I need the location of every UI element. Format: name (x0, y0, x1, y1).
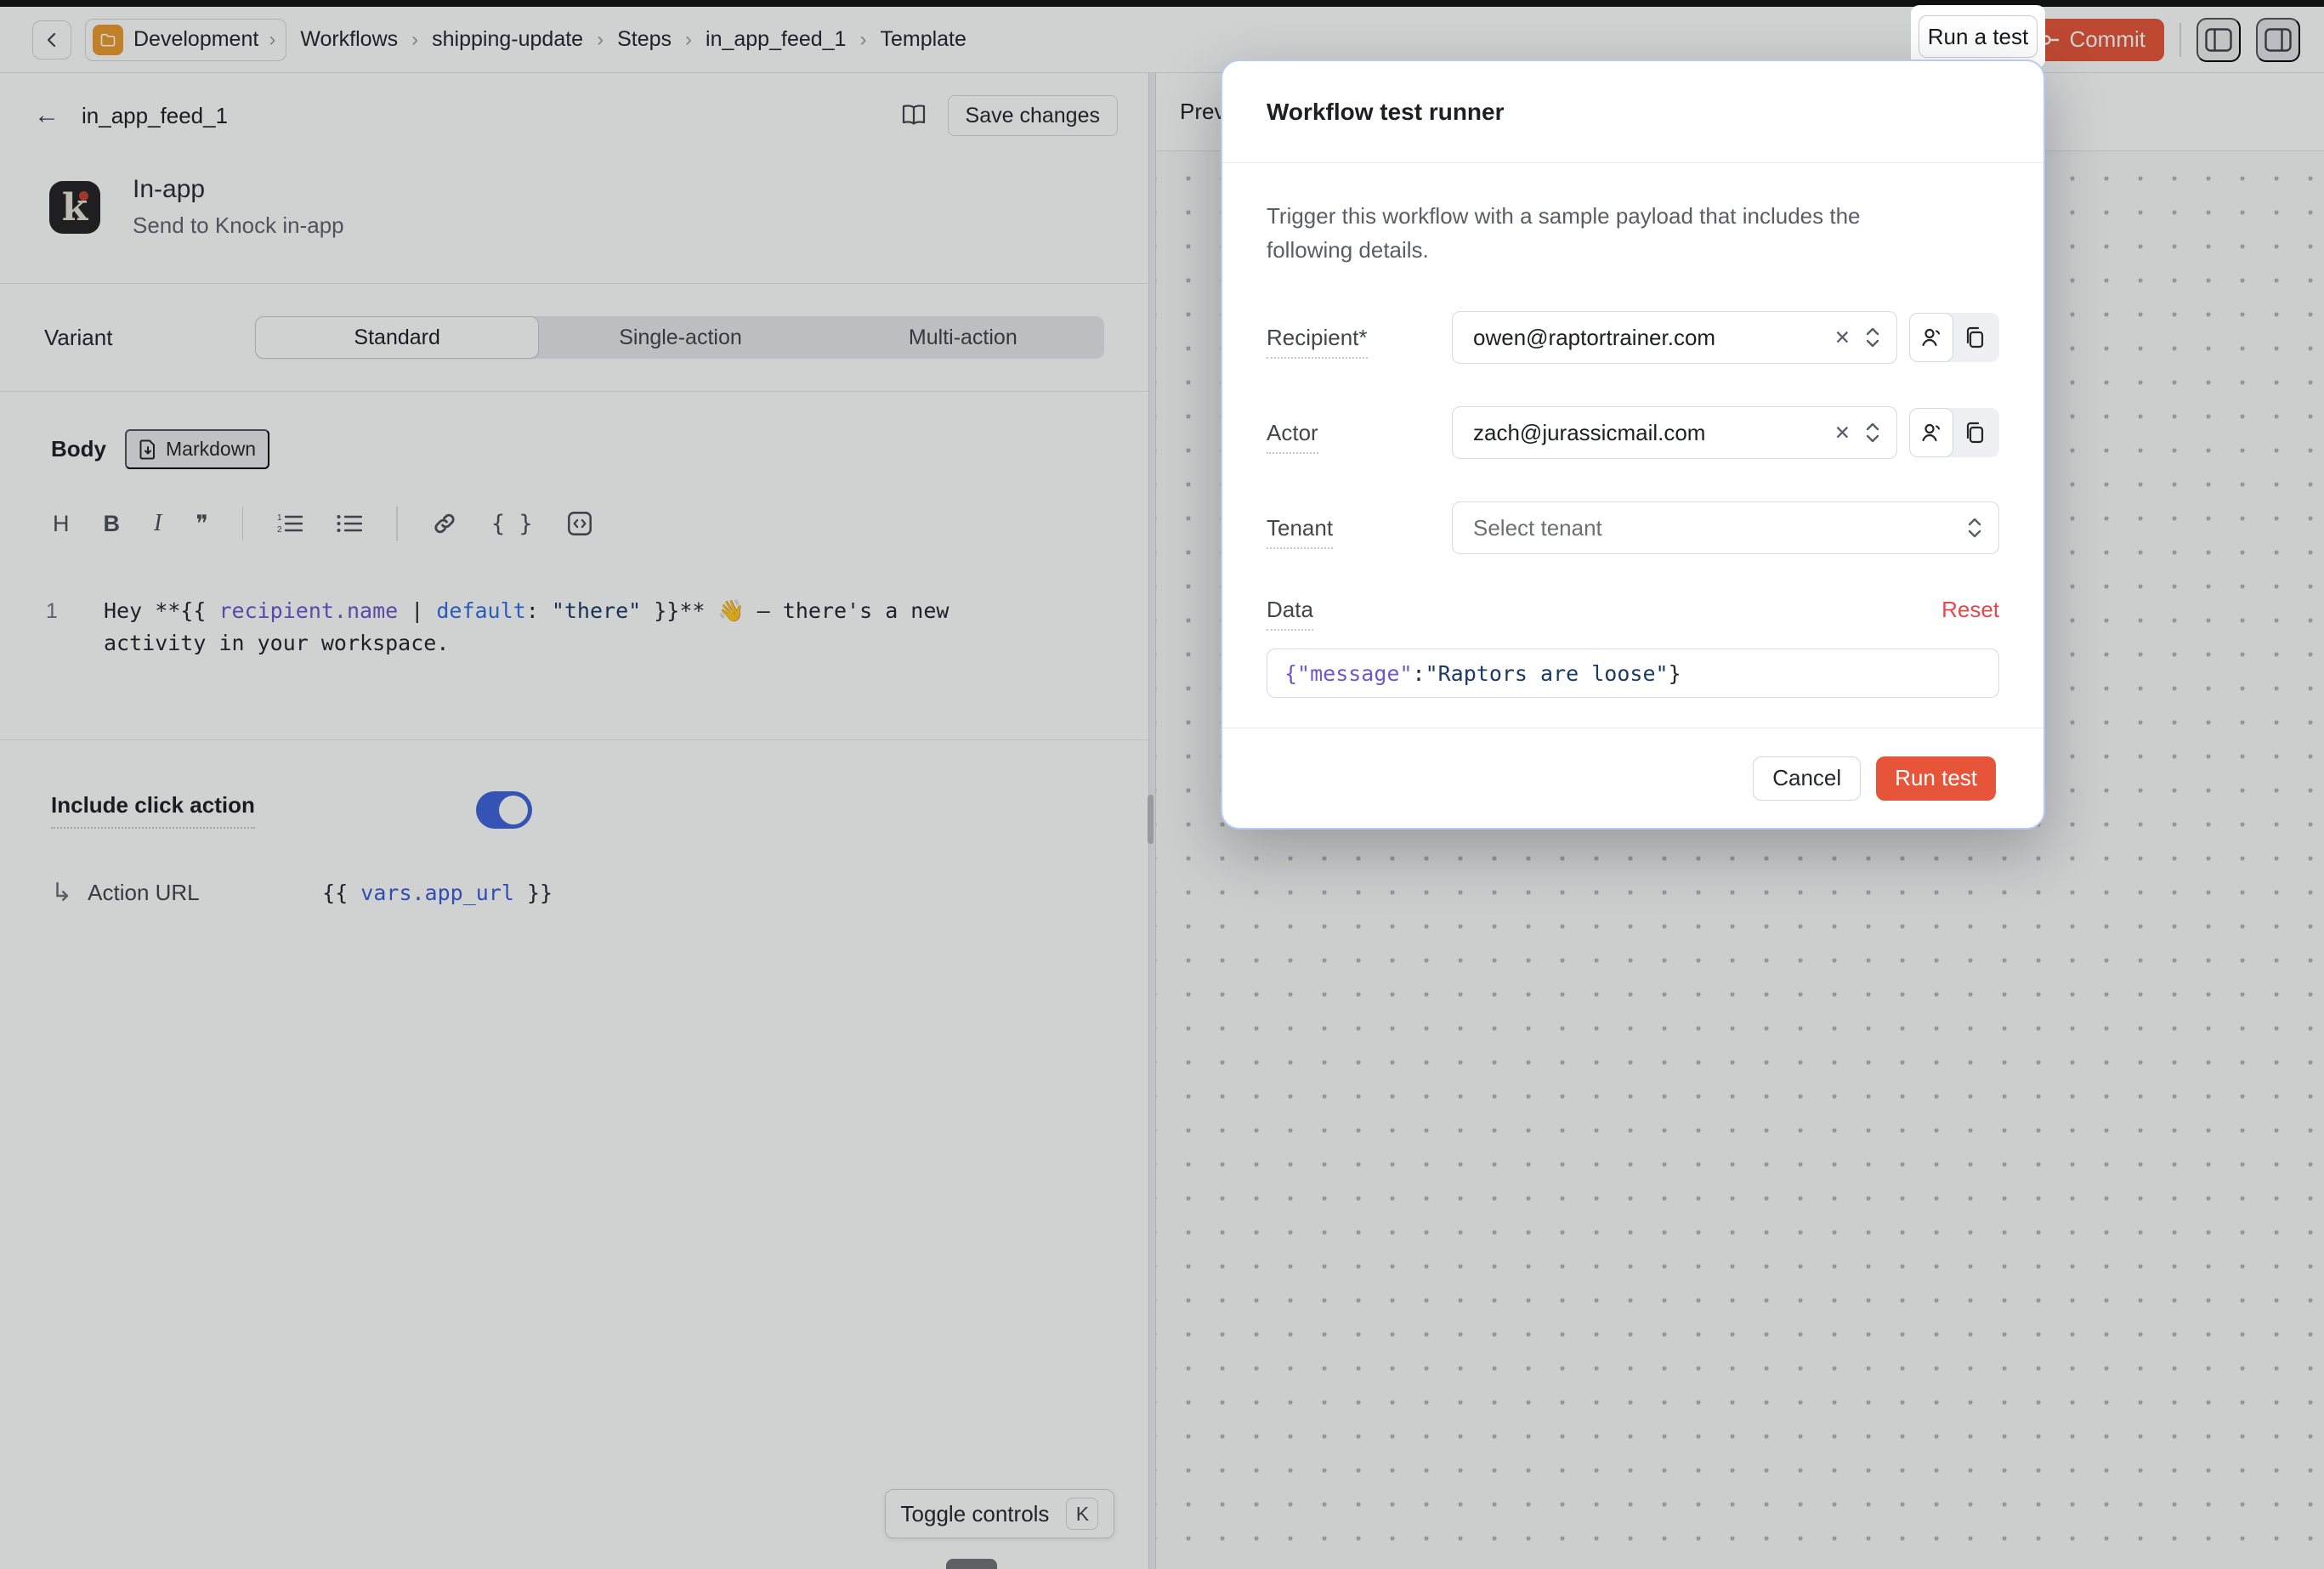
recipient-label: Recipient* (1267, 325, 1452, 351)
actor-tools (1909, 408, 1999, 457)
workflow-test-runner-modal: Workflow test runner Trigger this workfl… (1221, 59, 2045, 830)
recipient-field-row: Recipient* owen@raptortrainer.com ✕ (1267, 311, 1999, 364)
recipient-combobox[interactable]: owen@raptortrainer.com ✕ (1452, 311, 1897, 364)
modal-body: Trigger this workflow with a sample payl… (1222, 163, 2043, 728)
tenant-placeholder: Select tenant (1473, 515, 1602, 541)
run-a-test-button[interactable]: Run a test (1919, 15, 2038, 58)
data-label: Data (1267, 597, 1452, 623)
actor-field-row: Actor zach@jurassicmail.com ✕ (1267, 406, 1999, 459)
user-icon (1920, 422, 1942, 444)
actor-combobox[interactable]: zach@jurassicmail.com ✕ (1452, 406, 1897, 459)
tenant-select[interactable]: Select tenant (1452, 501, 1999, 554)
data-field-head: Data Reset (1267, 597, 1999, 623)
actor-user-picker-button[interactable] (1909, 408, 1953, 457)
actor-chevrons-icon[interactable] (1864, 422, 1881, 444)
copy-icon (1964, 326, 1985, 348)
data-json-input[interactable]: {"message": "Raptors are loose"} (1267, 649, 1999, 698)
cancel-button[interactable]: Cancel (1753, 756, 1861, 801)
run-test-button[interactable]: Run test (1876, 756, 1996, 801)
tenant-label: Tenant (1267, 515, 1452, 541)
recipient-tools (1909, 313, 1999, 362)
actor-clear-button[interactable]: ✕ (1834, 422, 1851, 445)
tenant-chevrons-icon (1966, 517, 1983, 539)
reset-data-button[interactable]: Reset (1941, 597, 1999, 623)
modal-footer: Cancel Run test (1222, 728, 2043, 828)
tenant-field-row: Tenant Select tenant (1267, 501, 1999, 554)
recipient-copy-button[interactable] (1953, 313, 1996, 362)
user-icon (1920, 326, 1942, 348)
recipient-chevrons-icon[interactable] (1864, 326, 1881, 348)
actor-value[interactable]: zach@jurassicmail.com (1473, 420, 1821, 446)
modal-header: Workflow test runner (1222, 61, 2043, 163)
actor-copy-button[interactable] (1953, 408, 1996, 457)
actor-label: Actor (1267, 420, 1452, 446)
modal-title: Workflow test runner (1267, 99, 1505, 126)
recipient-user-picker-button[interactable] (1909, 313, 1953, 362)
recipient-value[interactable]: owen@raptortrainer.com (1473, 325, 1821, 351)
recipient-clear-button[interactable]: ✕ (1834, 326, 1851, 349)
copy-icon (1964, 422, 1985, 444)
modal-description: Trigger this workflow with a sample payl… (1267, 199, 1938, 267)
